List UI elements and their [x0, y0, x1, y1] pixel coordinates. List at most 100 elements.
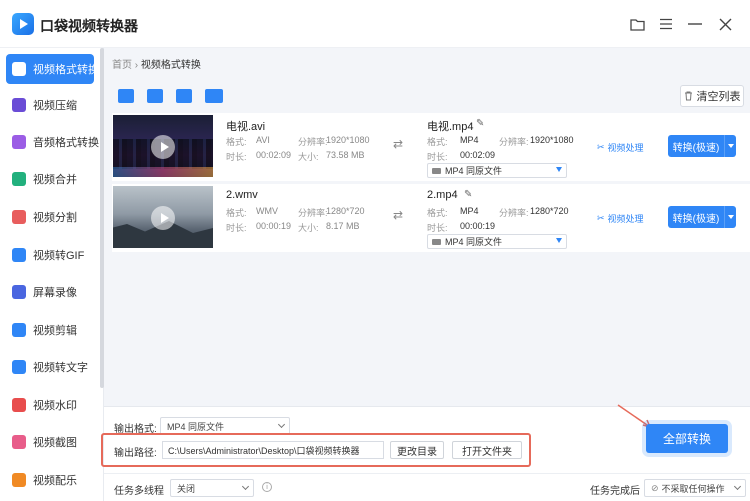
sidebar-item-label: 音频格式转换	[33, 137, 99, 149]
sidebar-item-label: 屏幕录像	[33, 287, 77, 299]
sidebar-item-video-compress[interactable]: 视频压缩	[6, 90, 94, 120]
screen-record-icon	[12, 285, 26, 299]
after-task-select[interactable]: ⊘ 不采取任何操作	[644, 479, 746, 497]
trash-icon	[684, 91, 692, 101]
sidebar-item-video-merge[interactable]: 视频合并	[6, 164, 94, 194]
scissors-icon: ✂	[597, 213, 605, 223]
clear-list-label: 清空列表	[696, 91, 741, 103]
info-icon[interactable]: i	[262, 482, 272, 492]
sidebar-item-video-watermark[interactable]: 视频水印	[6, 390, 94, 420]
sidebar-item-label: 视频配乐	[33, 475, 77, 487]
prohibit-icon: ⊘	[651, 482, 659, 493]
convert-all-button[interactable]: 全部转换	[646, 424, 728, 453]
clear-list-button[interactable]: 清空列表	[680, 85, 744, 107]
output-format: MP4	[460, 206, 479, 216]
folder-icon[interactable]	[626, 13, 648, 35]
dropdown-triangle-icon	[556, 167, 562, 172]
duration-label: 时长:	[226, 152, 247, 162]
sidebar-item-video-to-gif[interactable]: 视频转GIF	[6, 240, 94, 270]
shuffle-arrow-icon: ⇄	[393, 208, 404, 222]
output-file-name: 电视.mp4	[427, 121, 474, 133]
video-edit-icon	[12, 323, 26, 337]
output-resolution: 1920*1080	[530, 135, 574, 145]
breadcrumb-home[interactable]: 首页	[112, 60, 132, 71]
sidebar-item-label: 视频截图	[33, 437, 77, 449]
dropdown-triangle-icon	[556, 238, 562, 243]
sidebar-item-video-screenshot[interactable]: 视频截图	[6, 427, 94, 457]
video-process-label: 视频处理	[607, 214, 644, 224]
output-format-select[interactable]: MP4 同原文件	[427, 234, 567, 249]
duration-label: 时长:	[427, 152, 448, 162]
size-label: 大小:	[298, 223, 319, 233]
duration-label: 时长:	[226, 223, 247, 233]
video-process-button[interactable]: ✂ 视频处理	[597, 141, 644, 154]
chevron-down-icon	[241, 482, 250, 491]
thread-label: 任务多线程	[114, 486, 164, 497]
source-file-name: 2.wmv	[226, 189, 258, 201]
thread-select[interactable]: 关闭	[170, 479, 254, 497]
video-camera-icon	[432, 238, 441, 245]
format-label: 格式:	[226, 137, 247, 147]
sidebar-item-label: 视频转文字	[33, 362, 88, 374]
play-icon[interactable]	[151, 206, 175, 230]
open-folder-button[interactable]: 打开文件夹	[452, 441, 522, 459]
app-logo-icon	[12, 13, 34, 35]
minimize-icon[interactable]	[684, 13, 706, 35]
title-bar: 口袋视频转换器	[0, 0, 750, 48]
video-camera-icon	[432, 167, 441, 174]
sidebar-item-label: 视频分割	[33, 212, 77, 224]
output-path-label: 输出路径:	[114, 448, 157, 459]
footer-bar: 任务多线程 关闭 i 任务完成后 ⊘ 不采取任何操作	[104, 473, 750, 501]
sidebar-item-label: 视频水印	[33, 400, 77, 412]
sidebar-item-video-music[interactable]: 视频配乐	[6, 465, 94, 495]
resolution-label: 分辨率:	[298, 137, 328, 147]
output-format-value: MP4 同原文件	[167, 421, 225, 432]
edit-name-icon[interactable]: ✎	[464, 189, 472, 200]
play-icon[interactable]	[151, 135, 175, 159]
convert-dropdown-icon[interactable]	[724, 206, 736, 228]
video-thumbnail[interactable]	[113, 115, 213, 177]
breadcrumb-separator: ›	[134, 60, 139, 71]
video-thumbnail[interactable]	[113, 186, 213, 248]
app-title: 口袋视频转换器	[40, 18, 138, 34]
after-task-value: 不采取任何操作	[661, 483, 725, 494]
sidebar-item-screen-record[interactable]: 屏幕录像	[6, 277, 94, 307]
convert-button[interactable]: 转换(极速)	[668, 206, 724, 228]
resolution-label: 分辨率:	[298, 208, 328, 218]
sidebar-item-video-split[interactable]: 视频分割	[6, 202, 94, 232]
sidebar-item-video-edit[interactable]: 视频剪辑	[6, 315, 94, 345]
source-format: WMV	[256, 206, 278, 216]
video-to-text-icon	[12, 360, 26, 374]
source-file-name: 电视.avi	[226, 121, 266, 133]
sidebar-item-video-to-text[interactable]: 视频转文字	[6, 352, 94, 382]
source-duration: 00:02:09	[256, 150, 292, 160]
edit-name-icon[interactable]: ✎	[476, 118, 484, 129]
output-format-select-value: MP4 同原文件	[445, 237, 503, 247]
output-duration: 00:02:09	[460, 150, 496, 160]
output-format-select[interactable]: MP4 同原文件	[427, 163, 567, 178]
video-process-button[interactable]: ✂ 视频处理	[597, 212, 644, 225]
output-format: MP4	[460, 135, 479, 145]
menu-icon[interactable]	[655, 13, 677, 35]
output-path-field[interactable]: C:\Users\Administrator\Desktop\口袋视频转换器	[162, 441, 384, 459]
sidebar-item-video-convert[interactable]: 视频格式转换	[6, 54, 99, 84]
output-file-name: 2.mp4	[427, 189, 458, 201]
source-size: 8.17 MB	[326, 221, 360, 231]
format-label: 格式:	[427, 208, 448, 218]
close-icon[interactable]	[714, 13, 736, 35]
video-split-icon	[12, 210, 26, 224]
output-resolution: 1280*720	[530, 206, 569, 216]
video-process-label: 视频处理	[607, 143, 644, 153]
video-merge-icon	[12, 172, 26, 186]
add-folder-icon[interactable]	[147, 89, 163, 103]
change-directory-button[interactable]: 更改目录	[390, 441, 444, 459]
convert-dropdown-icon[interactable]	[724, 135, 736, 157]
convert-button[interactable]: 转换(极速)	[668, 135, 724, 157]
resolution-label: 分辨率:	[499, 137, 529, 147]
sidebar-item-audio-convert[interactable]: 音频格式转换	[6, 127, 99, 157]
add-file-icon[interactable]	[118, 89, 134, 103]
hd-icon[interactable]	[205, 89, 223, 103]
output-duration: 00:00:19	[460, 221, 496, 231]
batch-icon[interactable]	[176, 89, 192, 103]
video-to-gif-icon	[12, 248, 26, 262]
